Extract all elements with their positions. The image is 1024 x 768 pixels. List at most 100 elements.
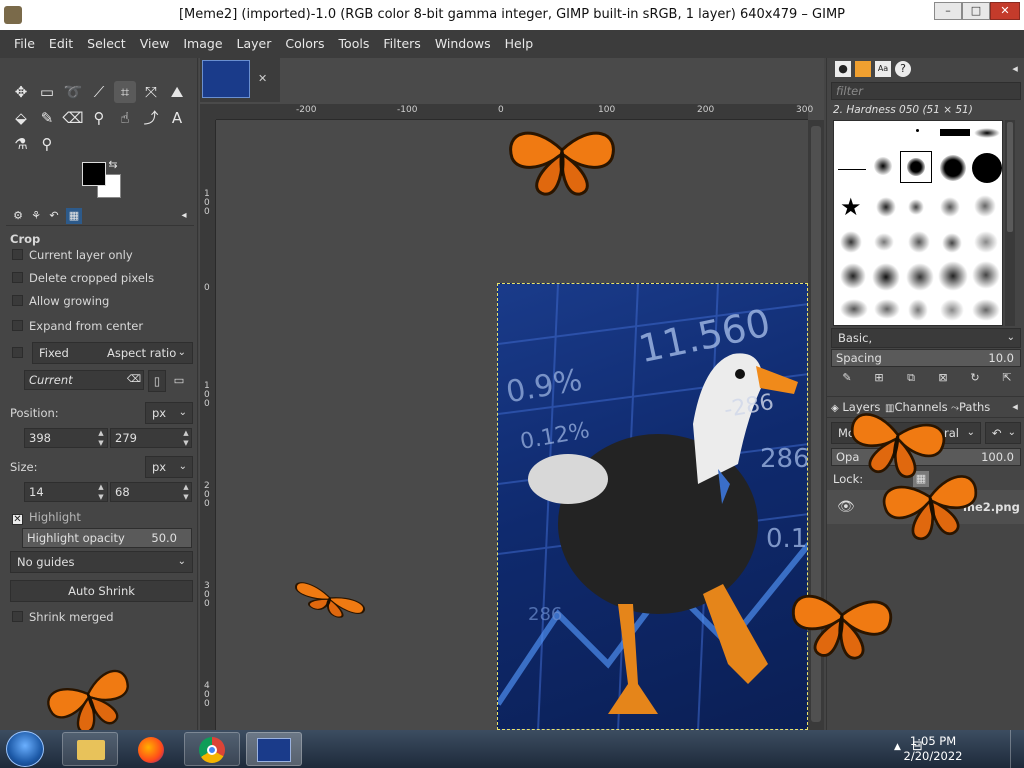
- taskbar-explorer[interactable]: [62, 732, 118, 766]
- brush-grid[interactable]: ★: [833, 120, 1003, 326]
- canvas-image[interactable]: 11.560 0.9% 0.12% -286 286 0.15 286: [497, 283, 808, 730]
- panel-menu-icon[interactable]: ◂: [176, 208, 192, 224]
- swap-colors-icon[interactable]: ⇆: [106, 158, 120, 172]
- auto-shrink-button[interactable]: Auto Shrink: [10, 580, 193, 602]
- close-tab-icon[interactable]: ✕: [258, 72, 267, 85]
- taskbar-gimp[interactable]: [246, 732, 302, 766]
- menu-colors[interactable]: Colors: [278, 30, 331, 58]
- menu-windows[interactable]: Windows: [428, 30, 498, 58]
- image-tab[interactable]: ✕: [200, 58, 280, 102]
- size-width-spinner[interactable]: ▲ ▼: [96, 482, 106, 502]
- vertical-ruler[interactable]: 1 0 0 0 1 0 0 2 0 0 3 0 0 4 0 0: [200, 120, 216, 730]
- dock-menu-icon[interactable]: ◂: [1007, 61, 1023, 77]
- guides-dropdown[interactable]: No guides ⌄: [10, 551, 193, 573]
- start-button[interactable]: [6, 731, 44, 767]
- ruler-corner[interactable]: [200, 104, 216, 120]
- selected-brush[interactable]: [900, 151, 932, 183]
- current-layer-only-checkbox[interactable]: Current layer only: [12, 248, 133, 262]
- brush-delete-icon[interactable]: ⊠: [935, 370, 951, 386]
- layers-menu-icon[interactable]: ◂: [1007, 399, 1023, 415]
- crop-tool-icon[interactable]: ⌗: [114, 81, 136, 103]
- menu-layer[interactable]: Layer: [230, 30, 279, 58]
- shrink-merged-checkbox[interactable]: Shrink merged: [12, 610, 114, 624]
- layer-mode-dropdown[interactable]: Mode ral ⌄: [831, 422, 981, 444]
- channels-tab[interactable]: ▥Channels: [885, 400, 948, 414]
- clear-field-icon[interactable]: ⌫: [126, 370, 142, 390]
- menu-image[interactable]: Image: [176, 30, 229, 58]
- fixed-mode-dropdown[interactable]: Fixed Aspect ratio ⌄: [32, 342, 193, 364]
- position-y-field[interactable]: 279: [110, 428, 192, 448]
- images-tab-icon[interactable]: ▦: [66, 208, 82, 224]
- fuzzy-select-tool-icon[interactable]: ⟋: [88, 81, 110, 103]
- position-x-spinner[interactable]: ▲ ▼: [96, 428, 106, 448]
- menu-edit[interactable]: Edit: [42, 30, 80, 58]
- layer-name[interactable]: me2.png: [963, 500, 1020, 514]
- smudge-tool-icon[interactable]: ☝: [114, 107, 136, 129]
- clone-tool-icon[interactable]: ⚲: [88, 107, 110, 129]
- taskbar-firefox[interactable]: [123, 732, 179, 766]
- position-y-spinner[interactable]: ▲ ▼: [181, 428, 191, 448]
- highlight-checkbox[interactable]: ✕ Highlight: [12, 510, 81, 525]
- patterns-tab-icon[interactable]: [855, 61, 871, 77]
- eye-visibility-icon[interactable]: 👁: [837, 499, 855, 515]
- transform-tool-icon[interactable]: ⤧: [140, 81, 162, 103]
- allow-growing-checkbox[interactable]: Allow growing: [12, 294, 109, 308]
- brush-open-icon[interactable]: ⇱: [999, 370, 1015, 386]
- menu-file[interactable]: File: [0, 30, 42, 58]
- position-unit-dropdown[interactable]: px ⌄: [145, 402, 193, 424]
- paths-tab[interactable]: ⤳Paths: [951, 400, 990, 414]
- portrait-icon[interactable]: ▯: [148, 370, 166, 392]
- move-tool-icon[interactable]: ✥: [10, 81, 32, 103]
- layer-opacity-slider[interactable]: Opa 100.0: [831, 448, 1021, 466]
- menu-view[interactable]: View: [133, 30, 177, 58]
- close-button[interactable]: ✕: [990, 2, 1020, 20]
- menu-filters[interactable]: Filters: [376, 30, 427, 58]
- taskbar-chrome[interactable]: [184, 732, 240, 766]
- size-height-spinner[interactable]: ▲ ▼: [181, 482, 191, 502]
- menu-tools[interactable]: Tools: [332, 30, 377, 58]
- menu-select[interactable]: Select: [80, 30, 133, 58]
- brush-new-icon[interactable]: ⊞: [871, 370, 887, 386]
- clock[interactable]: 1:05 PM 2/20/2022: [898, 734, 968, 764]
- show-desktop-button[interactable]: [1010, 730, 1024, 768]
- menu-help[interactable]: Help: [498, 30, 541, 58]
- scrollbar-thumb[interactable]: [811, 126, 821, 722]
- brush-spacing-slider[interactable]: Spacing 10.0: [831, 349, 1021, 367]
- brushes-tab-icon[interactable]: ●: [835, 61, 851, 77]
- brush-edit-icon[interactable]: ✎: [839, 370, 855, 386]
- size-unit-dropdown[interactable]: px ⌄: [145, 456, 193, 478]
- brush-duplicate-icon[interactable]: ⧉: [903, 370, 919, 386]
- brush-refresh-icon[interactable]: ↻: [967, 370, 983, 386]
- lock-alpha-icon[interactable]: ▦: [913, 471, 929, 487]
- layers-tab[interactable]: ◈ Layers: [831, 400, 880, 414]
- fixed-checkbox[interactable]: [12, 346, 29, 360]
- brush-filter-input[interactable]: filter: [831, 82, 1021, 100]
- delete-cropped-checkbox[interactable]: Delete cropped pixels: [12, 271, 154, 285]
- minimize-button[interactable]: –: [934, 2, 962, 20]
- device-status-tab-icon[interactable]: ⚘: [28, 208, 44, 224]
- text-tool-icon[interactable]: A: [166, 107, 188, 129]
- layer-row[interactable]: 👁 me2.png: [827, 490, 1024, 524]
- maximize-button[interactable]: □: [962, 2, 990, 20]
- paths-tool-icon[interactable]: ⤴: [140, 107, 162, 129]
- paintbrush-tool-icon[interactable]: ✎: [36, 107, 58, 129]
- brush-preset-dropdown[interactable]: Basic, ⌄: [831, 328, 1021, 348]
- color-picker-tool-icon[interactable]: ⚗: [10, 133, 32, 155]
- help-tab-icon[interactable]: ?: [895, 61, 911, 77]
- expand-from-center-checkbox[interactable]: Expand from center: [12, 319, 143, 333]
- layer-mode-reset-dropdown[interactable]: ↶ ⌄: [985, 422, 1021, 444]
- vertical-scrollbar[interactable]: [808, 120, 824, 730]
- size-height-field[interactable]: 68: [110, 482, 192, 502]
- warp-tool-icon[interactable]: ⛰: [166, 81, 188, 103]
- brush-grid-scrollbar[interactable]: [1005, 120, 1015, 326]
- zoom-tool-icon[interactable]: ⚲: [36, 133, 58, 155]
- bucket-fill-tool-icon[interactable]: ⬙: [10, 107, 32, 129]
- horizontal-ruler[interactable]: -200 -100 0 100 200 300: [216, 104, 813, 120]
- tool-options-tab-icon[interactable]: ⚙: [10, 208, 26, 224]
- undo-history-tab-icon[interactable]: ↶: [46, 208, 62, 224]
- foreground-color-swatch[interactable]: [82, 162, 106, 186]
- eraser-tool-icon[interactable]: ⌫: [62, 107, 84, 129]
- highlight-opacity-slider[interactable]: Highlight opacity 50.0: [22, 528, 192, 548]
- rect-select-tool-icon[interactable]: ▭: [36, 81, 58, 103]
- landscape-icon[interactable]: ▭: [170, 370, 188, 392]
